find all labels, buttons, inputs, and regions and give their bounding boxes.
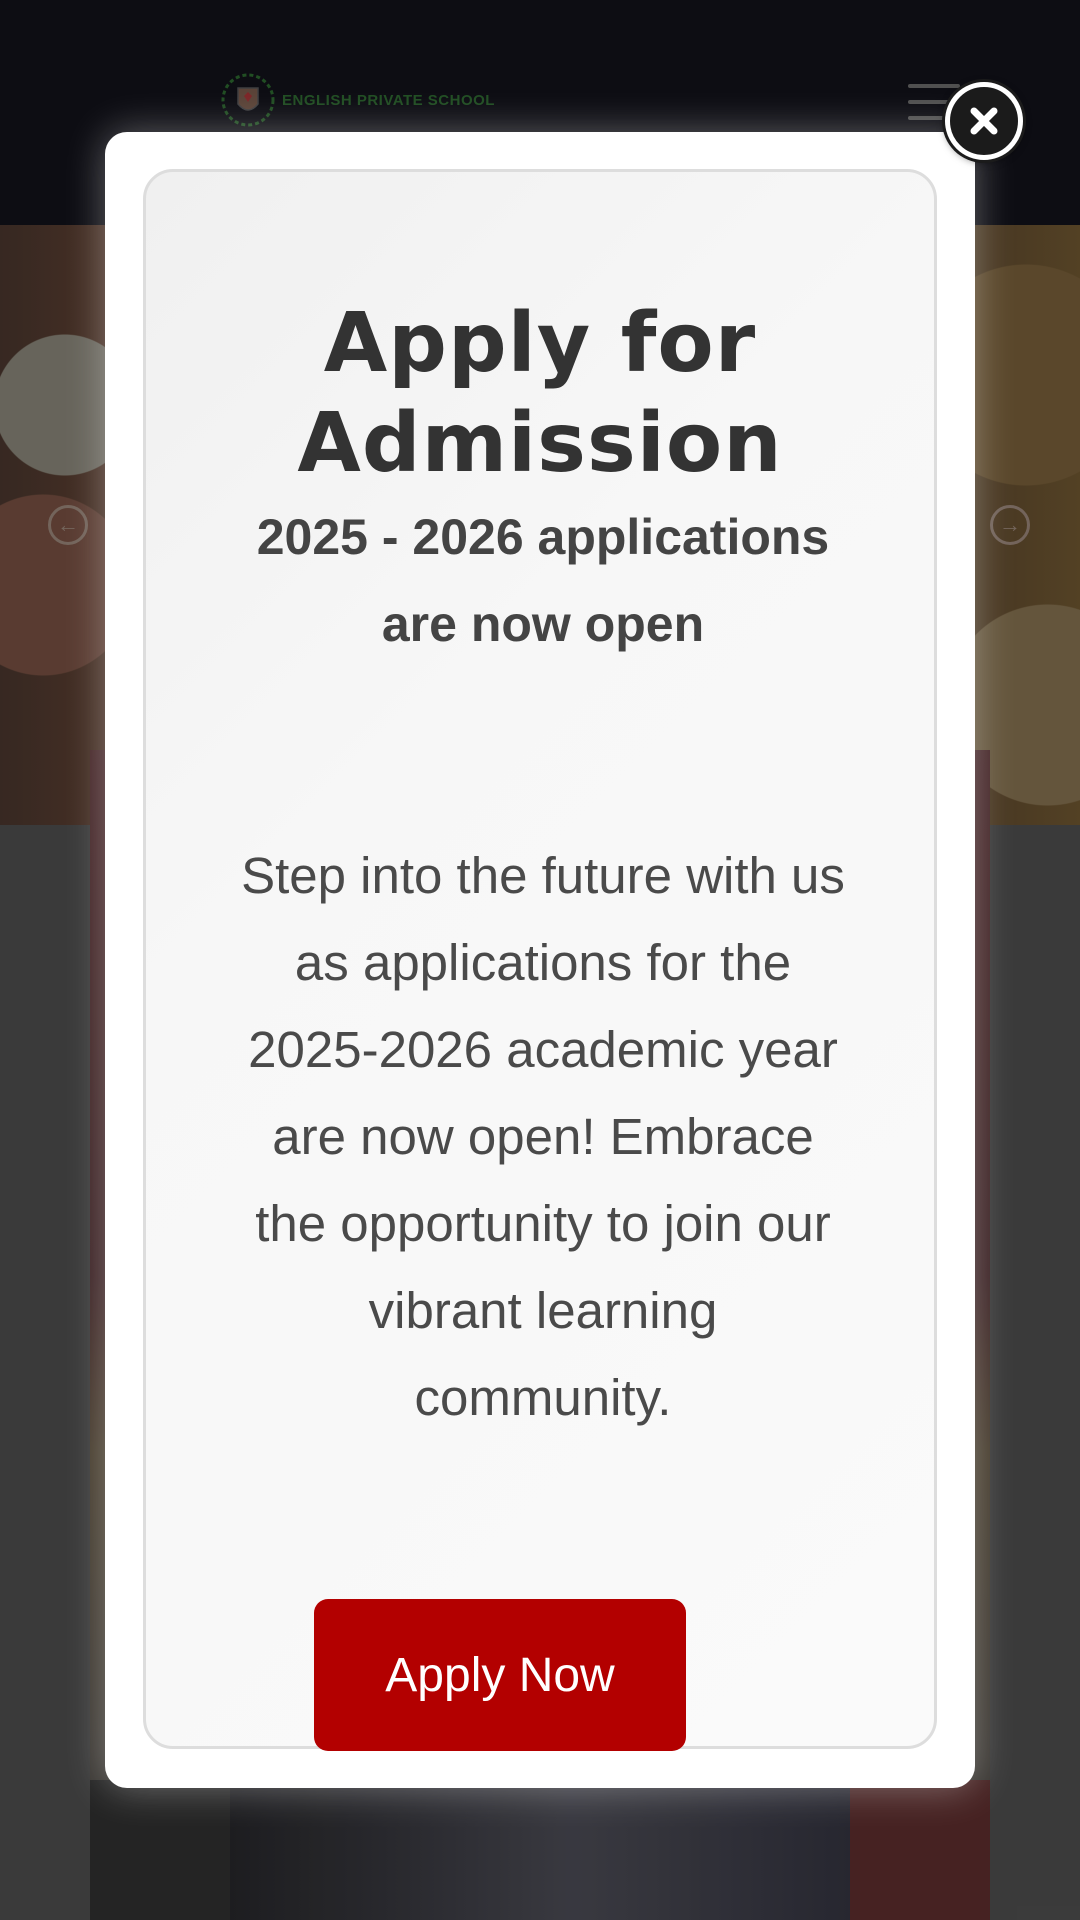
apply-now-button[interactable]: Apply Now bbox=[314, 1599, 686, 1751]
admission-card: Apply for Admission 2025 - 2026 applicat… bbox=[143, 169, 937, 1749]
close-modal-button[interactable] bbox=[945, 82, 1023, 160]
modal-title-text: Apply for Admission bbox=[297, 296, 783, 491]
modal-title: Apply for Admission bbox=[146, 294, 934, 494]
modal-subtitle: 2025 - 2026 applications are now open bbox=[256, 509, 830, 652]
page: ENGLISH PRIVATE SCHOOL ← → Apply for Adm… bbox=[0, 0, 1080, 1920]
admission-modal: Apply for Admission 2025 - 2026 applicat… bbox=[105, 132, 975, 1788]
modal-body-text: Step into the future with us as applicat… bbox=[241, 847, 845, 1426]
close-icon bbox=[970, 107, 998, 135]
